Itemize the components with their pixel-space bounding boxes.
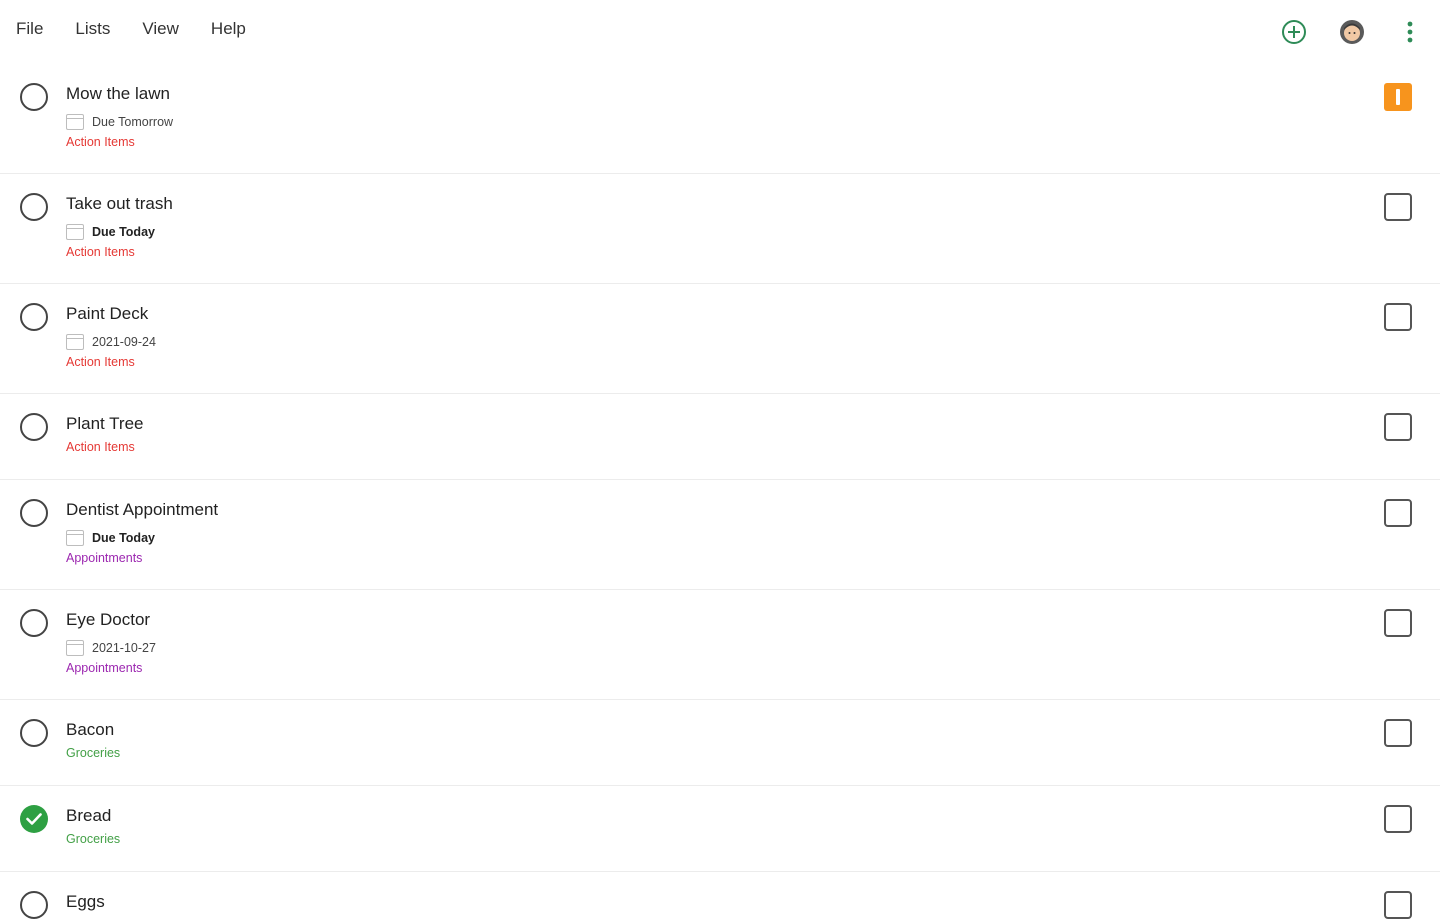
task-title: Dentist Appointment bbox=[66, 500, 219, 519]
select-checkbox[interactable] bbox=[1384, 719, 1412, 747]
avatar-icon[interactable] bbox=[1336, 16, 1368, 48]
task-content: Plant Tree Action Items bbox=[66, 413, 144, 455]
task-due: Due Today bbox=[66, 529, 218, 547]
complete-toggle[interactable] bbox=[20, 499, 48, 527]
task-content: Bacon Groceries bbox=[66, 719, 120, 761]
task-category: Action Items bbox=[66, 135, 135, 149]
calendar-icon bbox=[66, 114, 84, 130]
task-content: Take out trash Due Today Action Items bbox=[66, 193, 173, 260]
task-row[interactable]: Eye Doctor 2021-10-27 Appointments bbox=[0, 590, 1440, 700]
task-row[interactable]: Take out trash Due Today Action Items bbox=[0, 174, 1440, 284]
select-checkbox[interactable] bbox=[1384, 499, 1412, 527]
kebab-menu-icon[interactable] bbox=[1394, 16, 1426, 48]
task-content: Eggs bbox=[66, 891, 105, 913]
top-actions bbox=[1278, 16, 1426, 48]
menu-help[interactable]: Help bbox=[211, 18, 246, 40]
calendar-icon bbox=[66, 530, 84, 546]
task-title: Take out trash bbox=[66, 194, 173, 213]
due-label: 2021-10-27 bbox=[92, 641, 156, 655]
select-checkbox[interactable] bbox=[1384, 303, 1412, 331]
task-title: Eye Doctor bbox=[66, 610, 151, 629]
task-category: Appointments bbox=[66, 551, 143, 565]
task-due: Due Today bbox=[66, 223, 173, 241]
calendar-icon bbox=[66, 640, 84, 656]
complete-toggle[interactable] bbox=[20, 609, 48, 637]
task-title: Mow the lawn bbox=[66, 84, 170, 103]
task-title: Plant Tree bbox=[66, 414, 144, 433]
task-title: Eggs bbox=[66, 892, 105, 911]
checkmark-circle-icon[interactable] bbox=[20, 805, 48, 833]
due-label: Due Today bbox=[92, 225, 155, 239]
complete-toggle[interactable] bbox=[20, 413, 48, 441]
task-category: Action Items bbox=[66, 355, 135, 369]
task-row[interactable]: Paint Deck 2021-09-24 Action Items bbox=[0, 284, 1440, 394]
task-content: Paint Deck 2021-09-24 Action Items bbox=[66, 303, 156, 370]
complete-toggle[interactable] bbox=[20, 193, 48, 221]
task-title: Bread bbox=[66, 806, 112, 825]
task-content: Dentist Appointment Due Today Appointmen… bbox=[66, 499, 218, 566]
task-category: Groceries bbox=[66, 832, 121, 846]
task-category: Action Items bbox=[66, 245, 135, 259]
due-label: Due Tomorrow bbox=[92, 115, 174, 129]
menu-file[interactable]: File bbox=[16, 18, 43, 40]
complete-toggle[interactable] bbox=[20, 83, 48, 111]
task-content: Mow the lawn Due Tomorrow Action Items bbox=[66, 83, 173, 150]
task-due: 2021-09-24 bbox=[66, 333, 156, 351]
task-content: Bread Groceries bbox=[66, 805, 120, 847]
task-title: Bacon bbox=[66, 720, 115, 739]
plus-circle-icon[interactable] bbox=[1278, 16, 1310, 48]
complete-toggle[interactable] bbox=[20, 719, 48, 747]
due-label: Due Today bbox=[92, 531, 155, 545]
task-row[interactable]: Bread Groceries bbox=[0, 786, 1440, 872]
task-row[interactable]: Plant Tree Action Items bbox=[0, 394, 1440, 480]
menu-lists[interactable]: Lists bbox=[75, 18, 110, 40]
select-checkbox[interactable] bbox=[1384, 805, 1412, 833]
calendar-icon bbox=[66, 334, 84, 350]
complete-toggle[interactable] bbox=[20, 303, 48, 331]
task-row[interactable]: Eggs bbox=[0, 872, 1440, 919]
task-row[interactable]: Bacon Groceries bbox=[0, 700, 1440, 786]
task-due: Due Tomorrow bbox=[66, 113, 173, 131]
task-category: Appointments bbox=[66, 661, 143, 675]
task-category: Action Items bbox=[66, 440, 135, 454]
select-checkbox[interactable] bbox=[1384, 891, 1412, 919]
task-content: Eye Doctor 2021-10-27 Appointments bbox=[66, 609, 156, 676]
task-due: 2021-10-27 bbox=[66, 639, 156, 657]
select-checkbox[interactable] bbox=[1384, 609, 1412, 637]
task-category: Groceries bbox=[66, 746, 121, 760]
task-row[interactable]: Dentist Appointment Due Today Appointmen… bbox=[0, 480, 1440, 590]
complete-toggle[interactable] bbox=[20, 891, 48, 919]
calendar-icon bbox=[66, 224, 84, 240]
due-label: 2021-09-24 bbox=[92, 335, 156, 349]
menu-view[interactable]: View bbox=[142, 18, 179, 40]
priority-flag-icon[interactable] bbox=[1384, 83, 1412, 111]
task-title: Paint Deck bbox=[66, 304, 149, 323]
select-checkbox[interactable] bbox=[1384, 413, 1412, 441]
menu-bar: File Lists View Help bbox=[16, 18, 278, 40]
top-bar: File Lists View Help bbox=[0, 0, 1440, 64]
select-checkbox[interactable] bbox=[1384, 193, 1412, 221]
task-list: Mow the lawn Due Tomorrow Action Items T… bbox=[0, 64, 1440, 919]
task-row[interactable]: Mow the lawn Due Tomorrow Action Items bbox=[0, 64, 1440, 174]
